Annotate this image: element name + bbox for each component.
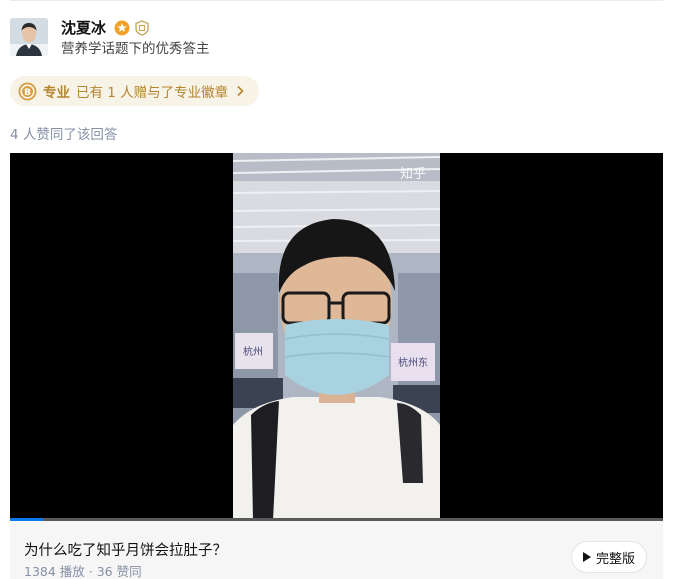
author-avatar[interactable] [10, 18, 48, 56]
video-player[interactable]: 杭州 杭州东 知乎 [10, 153, 663, 520]
shield-badge-icon[interactable] [134, 20, 150, 36]
pro-badge-label: 专业 [43, 85, 70, 101]
gold-star-badge-icon[interactable] [114, 20, 130, 36]
video-info-bar: 为什么吃了知乎月饼会拉肚子？ 1384 播放 · 36 赞同 完整版 [10, 521, 663, 579]
video-watermark: 知乎 [399, 167, 426, 182]
top-divider [10, 0, 663, 1]
svg-text:杭州: 杭州 [243, 345, 263, 358]
video-title[interactable]: 为什么吃了知乎月饼会拉肚子？ [24, 539, 227, 560]
video-frame[interactable]: 杭州 杭州东 知乎 [233, 153, 440, 520]
full-version-label: 完整版 [595, 551, 635, 567]
svg-text:B: B [24, 88, 31, 98]
chevron-right-icon [237, 85, 244, 97]
likes-count: 4 人赞同了该回答 [10, 127, 118, 143]
svg-text:杭州东: 杭州东 [398, 356, 428, 369]
pro-medal-icon: B [18, 82, 37, 100]
pro-badge-pill[interactable]: B 专业 已有 1 人赠与了专业徽章 [10, 76, 259, 106]
video-frame-image: 杭州 杭州东 [233, 153, 440, 520]
author-description: 营养学话题下的优秀答主 [61, 41, 210, 57]
play-icon [582, 552, 591, 562]
author-name[interactable]: 沈夏冰 [61, 18, 106, 38]
full-version-button[interactable]: 完整版 [571, 541, 647, 573]
pro-badge-text: 已有 1 人赠与了专业徽章 [76, 85, 229, 101]
video-stats: 1384 播放 · 36 赞同 [24, 564, 142, 579]
